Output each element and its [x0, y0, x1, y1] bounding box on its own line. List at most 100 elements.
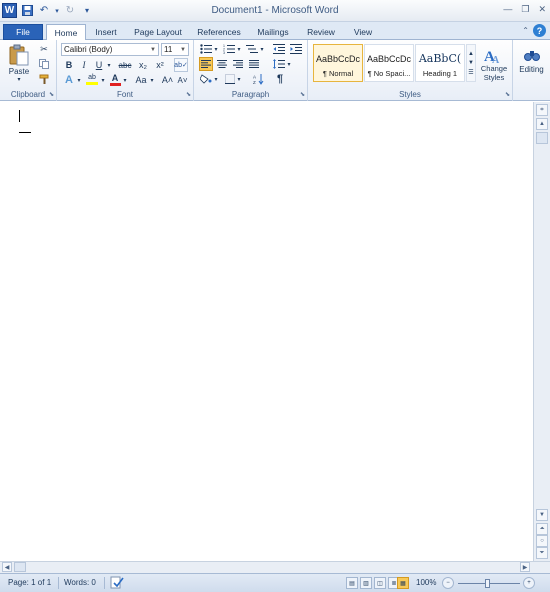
word-count-status[interactable]: Words: 0 [64, 578, 96, 587]
styles-more-icon[interactable]: ☰ [468, 69, 473, 76]
close-button[interactable]: ✕ [538, 4, 546, 15]
draft-view-icon[interactable]: ▦ [397, 577, 409, 589]
group-editing: Editing [513, 40, 550, 101]
shrink-font-button[interactable]: A˅ [176, 74, 189, 86]
font-name-value: Calibri (Body) [64, 45, 113, 54]
tab-file[interactable]: File [3, 24, 43, 40]
increase-indent-icon[interactable] [289, 43, 303, 55]
bold-button[interactable]: B [63, 59, 75, 71]
superscript-button[interactable]: x² [153, 59, 167, 71]
zoom-out-icon[interactable]: − [442, 577, 454, 589]
line-spacing-dropdown-icon[interactable]: ▾ [286, 58, 292, 70]
paragraph-dialog-launcher-icon[interactable]: ⬊ [300, 91, 305, 98]
tab-review[interactable]: Review [300, 24, 342, 40]
zoom-level[interactable]: 100% [416, 578, 436, 587]
bullets-dropdown-icon[interactable]: ▾ [213, 43, 219, 55]
align-center-button[interactable] [216, 58, 228, 70]
shading-icon[interactable] [199, 73, 213, 85]
numbering-icon[interactable]: 123 [222, 43, 236, 55]
font-dialog-launcher-icon[interactable]: ⬊ [186, 91, 191, 98]
style-normal[interactable]: AaBbCcDc ¶ Normal [313, 44, 363, 82]
group-styles: AaBbCcDc ¶ Normal AaBbCcDc ¶ No Spaci...… [308, 40, 513, 101]
minimize-ribbon-icon[interactable]: ⌃ [522, 26, 529, 35]
zoom-slider-thumb[interactable] [485, 579, 490, 588]
vertical-scrollbar[interactable]: ⌗ ▲ ▼ ⏶ ○ ⏷ [533, 102, 550, 561]
editing-button[interactable]: Editing [516, 43, 547, 79]
font-color-dropdown-icon[interactable]: ▾ [122, 74, 128, 86]
scroll-left-icon[interactable]: ◀ [2, 562, 12, 572]
subscript-button[interactable]: x₂ [136, 59, 150, 71]
select-browse-object-icon[interactable]: ○ [536, 535, 548, 547]
web-layout-view-icon[interactable]: ◫ [374, 577, 386, 589]
cut-icon[interactable]: ✂ [38, 43, 50, 55]
grow-font-button[interactable]: A˄ [161, 74, 174, 86]
spellcheck-icon[interactable]: ab✓ [174, 58, 188, 72]
shading-dropdown-icon[interactable]: ▾ [213, 73, 219, 85]
highlight-button[interactable]: ab [85, 73, 99, 86]
justify-button[interactable] [248, 58, 260, 70]
styles-scroll-up-icon[interactable]: ▲ [468, 51, 474, 57]
styles-dialog-launcher-icon[interactable]: ⬊ [505, 91, 510, 98]
tab-page-layout[interactable]: Page Layout [128, 24, 188, 40]
numbering-dropdown-icon[interactable]: ▾ [236, 43, 242, 55]
borders-dropdown-icon[interactable]: ▾ [236, 73, 242, 85]
help-icon[interactable]: ? [533, 24, 546, 37]
style-no-spacing[interactable]: AaBbCcDc ¶ No Spaci... [364, 44, 414, 82]
sort-icon[interactable]: AZ [252, 73, 264, 85]
strikethrough-button[interactable]: abc [117, 59, 133, 71]
italic-button[interactable]: I [78, 59, 90, 71]
decrease-indent-icon[interactable] [272, 43, 286, 55]
previous-page-icon[interactable]: ⏶ [536, 523, 548, 535]
horizontal-scroll-thumb[interactable] [14, 562, 26, 572]
multilevel-list-dropdown-icon[interactable]: ▾ [259, 43, 265, 55]
align-left-button[interactable] [199, 57, 213, 71]
scroll-right-icon[interactable]: ▶ [520, 562, 530, 572]
tab-home[interactable]: Home [46, 24, 86, 41]
font-name-select[interactable]: Calibri (Body) ▼ [61, 43, 159, 56]
font-color-label: A [111, 72, 119, 83]
text-effects-button[interactable]: A [63, 74, 75, 86]
align-right-button[interactable] [232, 58, 244, 70]
clipboard-dialog-launcher-icon[interactable]: ⬊ [49, 91, 54, 98]
styles-scroll-down-icon[interactable]: ▼ [468, 60, 474, 66]
view-ruler-icon[interactable]: ⌗ [536, 104, 548, 116]
text-effects-dropdown-icon[interactable]: ▾ [76, 74, 82, 86]
highlight-dropdown-icon[interactable]: ▾ [100, 74, 106, 86]
underline-button[interactable]: U [93, 59, 105, 71]
line-spacing-icon[interactable] [272, 58, 286, 70]
status-divider [104, 577, 105, 589]
font-color-button[interactable]: A [109, 73, 121, 86]
borders-icon[interactable] [224, 73, 236, 85]
tab-mailings[interactable]: Mailings [250, 24, 296, 40]
change-styles-button[interactable]: AA Change Styles [479, 42, 509, 86]
restore-button[interactable]: ❐ [521, 4, 529, 15]
vertical-scroll-thumb[interactable] [536, 132, 548, 144]
horizontal-scrollbar[interactable]: ◀ ▶ [0, 561, 550, 573]
bullets-icon[interactable] [199, 43, 213, 55]
tab-references[interactable]: References [192, 24, 246, 40]
format-painter-icon[interactable] [38, 73, 50, 85]
page-count-status[interactable]: Page: 1 of 1 [8, 578, 51, 587]
paste-button[interactable]: Paste ▾ [4, 42, 34, 84]
copy-icon[interactable] [38, 58, 50, 70]
underline-dropdown-icon[interactable]: ▾ [106, 59, 112, 71]
change-case-dropdown-icon[interactable]: ▾ [149, 74, 155, 86]
scroll-down-icon[interactable]: ▼ [536, 509, 548, 521]
print-layout-view-icon[interactable]: ▤ [346, 577, 358, 589]
proofing-status-icon[interactable] [110, 576, 124, 591]
zoom-in-icon[interactable]: + [523, 577, 535, 589]
font-size-select[interactable]: 11 ▼ [161, 43, 189, 56]
scroll-up-icon[interactable]: ▲ [536, 118, 548, 130]
change-case-button[interactable]: Aa [133, 74, 149, 86]
style-heading-1[interactable]: AaBbC( Heading 1 [415, 44, 465, 82]
show-formatting-marks-button[interactable]: ¶ [274, 73, 286, 85]
styles-gallery-scroll[interactable]: ▲ ▼ ☰ [466, 44, 476, 82]
tab-view[interactable]: View [346, 24, 380, 40]
full-screen-reading-view-icon[interactable]: ▥ [360, 577, 372, 589]
minimize-button[interactable]: — [503, 4, 512, 15]
tab-insert[interactable]: Insert [88, 24, 124, 40]
next-page-icon[interactable]: ⏷ [536, 547, 548, 559]
multilevel-list-icon[interactable] [245, 43, 259, 55]
text-cursor [19, 110, 20, 122]
document-canvas[interactable] [0, 102, 533, 561]
